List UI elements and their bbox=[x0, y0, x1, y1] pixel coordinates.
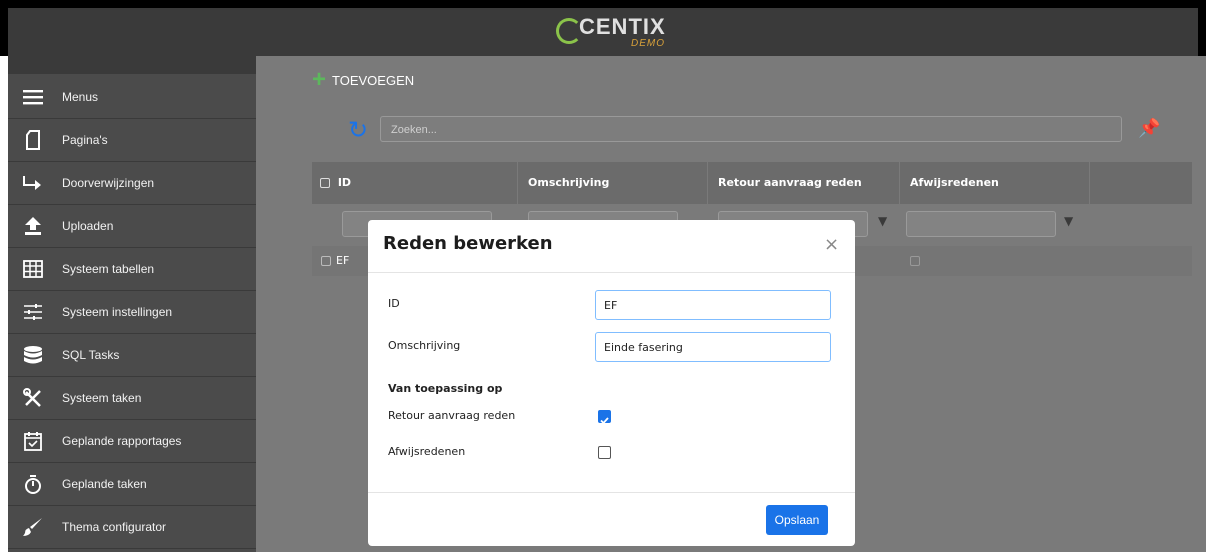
toolbar: + TOEVOEGEN bbox=[256, 56, 1206, 106]
sidebar-item-thema-configurator[interactable]: Thema configurator bbox=[8, 506, 256, 549]
sidebar-item-label: Systeem tabellen bbox=[62, 262, 155, 276]
dialog-title: Reden bewerken bbox=[383, 233, 553, 254]
afwijs-checkbox[interactable] bbox=[598, 446, 611, 459]
filter-funnel-icon[interactable]: ▼ bbox=[878, 214, 887, 228]
dialog-footer: Opslaan bbox=[368, 492, 855, 547]
dialog-header: Reden bewerken × bbox=[368, 220, 855, 273]
row-checkbox[interactable] bbox=[321, 256, 331, 266]
retour-checkbox[interactable] bbox=[598, 410, 611, 425]
add-button[interactable]: + TOEVOEGEN bbox=[312, 66, 415, 93]
omschrijving-label: Omschrijving bbox=[388, 339, 461, 352]
id-label: ID bbox=[388, 297, 400, 310]
sliders-icon bbox=[22, 301, 44, 323]
column-header-omschrijving[interactable]: Omschrijving bbox=[518, 162, 708, 204]
sidebar-item-label: Thema configurator bbox=[62, 520, 167, 534]
sidebar-top-strip bbox=[8, 56, 256, 74]
sidebar-item-label: Pagina's bbox=[62, 133, 108, 147]
plus-icon: + bbox=[312, 66, 327, 93]
database-icon bbox=[22, 344, 44, 366]
redirect-arrow-icon bbox=[22, 172, 44, 194]
brush-icon bbox=[22, 516, 44, 538]
sidebar-item-systeem-instellingen[interactable]: Systeem instellingen bbox=[8, 291, 256, 334]
add-button-label: TOEVOEGEN bbox=[332, 72, 415, 88]
search-row: ↻ Zoeken... 📌 bbox=[256, 114, 1206, 148]
checkmark-icon bbox=[600, 417, 609, 425]
pin-icon[interactable]: 📌 bbox=[1138, 118, 1160, 139]
sidebar-item-systeem-taken[interactable]: Systeem taken bbox=[8, 377, 256, 420]
sidebar: Menus Pagina's Doorverwijzingen Uploaden… bbox=[8, 56, 256, 552]
sidebar-item-label: SQL Tasks bbox=[62, 348, 120, 362]
sidebar-item-sql-tasks[interactable]: SQL Tasks bbox=[8, 334, 256, 377]
sidebar-item-paginas[interactable]: Pagina's bbox=[8, 119, 256, 162]
sidebar-item-doorverwijzingen[interactable]: Doorverwijzingen bbox=[8, 162, 256, 205]
stopwatch-icon bbox=[22, 473, 44, 495]
refresh-icon[interactable]: ↻ bbox=[348, 118, 368, 142]
sidebar-item-geplande-taken[interactable]: Geplande taken bbox=[8, 463, 256, 506]
omschrijving-field[interactable] bbox=[595, 332, 831, 362]
sidebar-item-label: Systeem taken bbox=[62, 391, 142, 405]
row-id: EF bbox=[336, 254, 350, 267]
column-header-afwijsredenen[interactable]: Afwijsredenen bbox=[900, 162, 1090, 204]
filter-input-afwijs[interactable] bbox=[906, 211, 1056, 237]
page-icon bbox=[22, 129, 44, 151]
section-title: Van toepassing op bbox=[388, 382, 503, 395]
retour-label: Retour aanvraag reden bbox=[388, 409, 516, 422]
sidebar-item-label: Geplande taken bbox=[62, 477, 147, 491]
upload-icon bbox=[22, 215, 44, 237]
search-input[interactable]: Zoeken... bbox=[380, 116, 1122, 142]
table-grid-icon bbox=[22, 258, 44, 280]
grid-header: ID Omschrijving Retour aanvraag reden Af… bbox=[312, 162, 1192, 204]
sidebar-item-label: Geplande rapportages bbox=[62, 434, 182, 448]
sidebar-item-systeem-tabellen[interactable]: Systeem tabellen bbox=[8, 248, 256, 291]
sidebar-item-label: Systeem instellingen bbox=[62, 305, 173, 319]
centix-logo: CENTIX DEMO bbox=[551, 12, 681, 52]
id-field[interactable] bbox=[595, 290, 831, 320]
sidebar-item-menus[interactable]: Menus bbox=[8, 76, 256, 119]
filter-funnel-icon[interactable]: ▼ bbox=[1064, 214, 1073, 228]
sidebar-item-label: Uploaden bbox=[62, 219, 114, 233]
column-header-id[interactable]: ID bbox=[312, 162, 518, 204]
row-afwijs-checkbox bbox=[910, 256, 920, 266]
logo-text: CENTIX bbox=[579, 14, 666, 39]
calendar-check-icon bbox=[22, 430, 44, 452]
logo-subtext: DEMO bbox=[631, 38, 665, 49]
sidebar-item-uploaden[interactable]: Uploaden bbox=[8, 205, 256, 248]
sidebar-item-label: Menus bbox=[62, 90, 99, 104]
save-button[interactable]: Opslaan bbox=[766, 505, 828, 535]
sidebar-item-label: Doorverwijzingen bbox=[62, 176, 155, 190]
hamburger-menu-icon bbox=[22, 86, 44, 108]
select-all-checkbox[interactable] bbox=[320, 178, 330, 188]
edit-reason-dialog: Reden bewerken × ID Omschrijving Van toe… bbox=[368, 220, 855, 546]
top-bar: CENTIX DEMO bbox=[0, 0, 1206, 56]
afwijs-label: Afwijsredenen bbox=[388, 445, 466, 458]
close-icon[interactable]: × bbox=[824, 234, 839, 255]
column-header-retour-aanvraag-reden[interactable]: Retour aanvraag reden bbox=[708, 162, 900, 204]
sidebar-item-geplande-rapportages[interactable]: Geplande rapportages bbox=[8, 420, 256, 463]
tools-icon bbox=[22, 387, 44, 409]
